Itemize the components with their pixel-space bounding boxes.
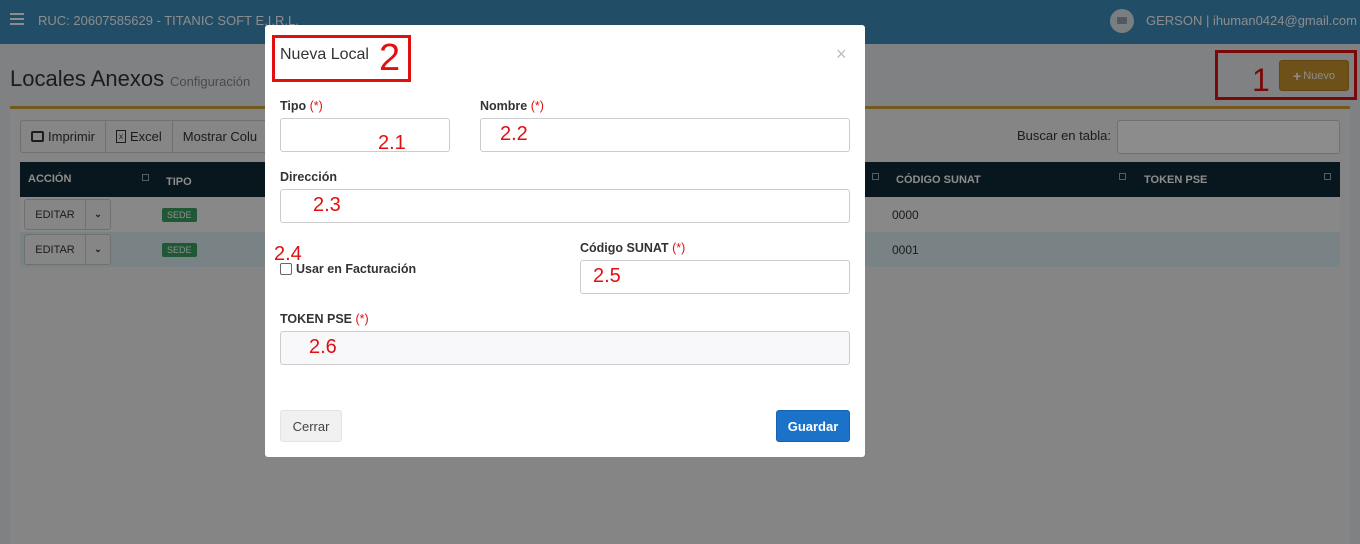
annotation-label-2: 2	[379, 37, 401, 79]
annotation-label-2-4: 2.4	[274, 243, 302, 265]
token-pse-field-label: TOKEN PSE (*)	[280, 312, 369, 326]
tipo-select[interactable]	[280, 118, 450, 152]
direccion-field-label: Dirección	[280, 170, 337, 184]
nombre-field-label: Nombre (*)	[480, 99, 544, 113]
annotation-label-2-1: 2.1	[378, 132, 406, 154]
tipo-field-label: Tipo (*)	[280, 99, 323, 113]
codigo-sunat-field-label: Código SUNAT (*)	[580, 241, 685, 255]
required-marker: (*)	[355, 312, 369, 326]
required-marker: (*)	[672, 241, 686, 255]
nombre-label-text: Nombre	[480, 99, 528, 113]
annotation-label-2-6: 2.6	[309, 336, 337, 358]
save-button[interactable]: Guardar	[776, 410, 850, 442]
nombre-input[interactable]	[480, 118, 850, 152]
annotation-label-2-2: 2.2	[500, 123, 528, 145]
close-button[interactable]: Cerrar	[280, 410, 342, 442]
tipo-label-text: Tipo	[280, 99, 307, 113]
usar-facturacion-checkbox[interactable]	[280, 263, 292, 275]
codigo-sunat-label-text: Código SUNAT	[580, 241, 669, 255]
close-icon[interactable]: ×	[836, 44, 847, 65]
token-pse-input[interactable]	[280, 331, 850, 365]
usar-facturacion-label[interactable]: Usar en Facturación	[296, 262, 416, 276]
token-pse-label-text: TOKEN PSE	[280, 312, 353, 326]
required-marker: (*)	[530, 99, 544, 113]
required-marker: (*)	[309, 99, 323, 113]
direccion-input[interactable]	[280, 189, 850, 223]
annotation-label-2-3: 2.3	[313, 194, 341, 216]
new-local-modal: Nueva Local 2 × Tipo (*) 2.1 Nombre (*) …	[265, 25, 865, 457]
annotation-label-2-5: 2.5	[593, 265, 621, 287]
